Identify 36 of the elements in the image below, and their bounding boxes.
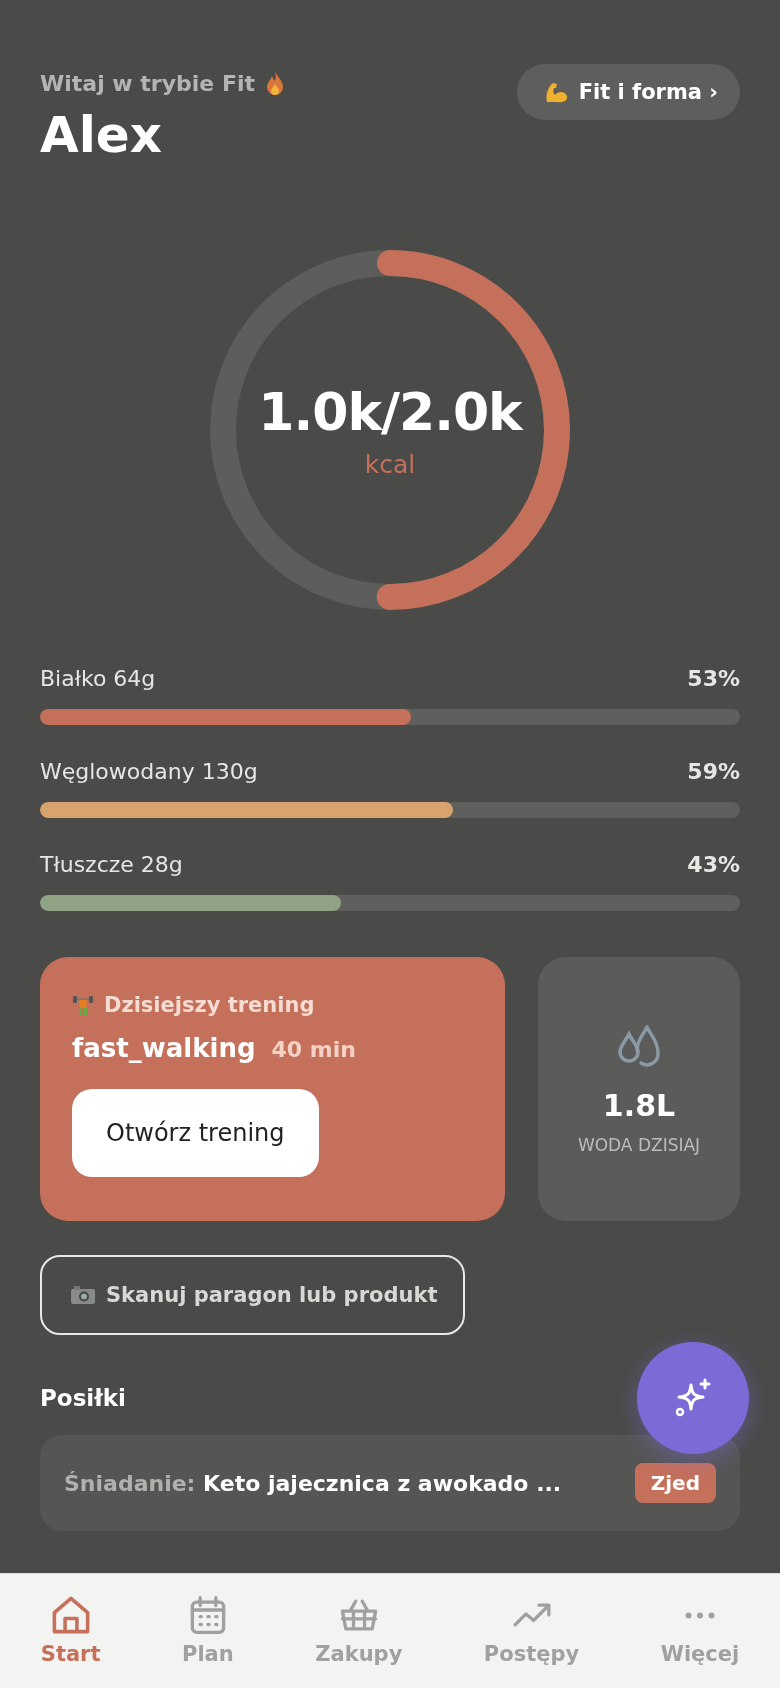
- meals-heading: Posiłki: [40, 1385, 126, 1411]
- nav-tab[interactable]: Więcej: [654, 1595, 746, 1667]
- calorie-unit: kcal: [364, 449, 416, 479]
- camera-icon: [70, 1285, 96, 1305]
- meal-card[interactable]: Śniadanie: Keto jajecznica z awokado ... Zjed: [40, 1435, 740, 1531]
- scan-button[interactable]: Skanuj paragon lub produkt: [40, 1255, 466, 1335]
- macro-percent: 43%: [687, 852, 740, 877]
- nav-tab[interactable]: Start: [34, 1595, 107, 1667]
- meal-text: Śniadanie: Keto jajecznica z awokado ...: [64, 1470, 562, 1496]
- fit-mode-button[interactable]: Fit i forma ›: [516, 64, 740, 120]
- home-icon: [51, 1596, 90, 1634]
- macro-label: Węglowodany 130g: [40, 759, 258, 784]
- weightlifter-icon: [72, 994, 94, 1016]
- macro-percent: 59%: [687, 759, 740, 784]
- water-value: 1.8L: [602, 1087, 676, 1123]
- calendar-icon: [188, 1596, 227, 1634]
- workout-title: Dzisiejszy trening: [104, 993, 315, 1017]
- nav-tab[interactable]: Postępy: [477, 1595, 586, 1667]
- nav-tab[interactable]: Plan: [176, 1595, 240, 1667]
- flame-icon: [265, 70, 285, 96]
- eaten-button[interactable]: Zjed: [634, 1463, 716, 1503]
- workout-duration: 40 min: [271, 1037, 356, 1062]
- workout-name: fast_walking: [72, 1033, 256, 1063]
- macro-label: Tłuszcze 28g: [40, 852, 183, 877]
- ai-assistant-button[interactable]: [637, 1342, 749, 1454]
- nav-tab[interactable]: Zakupy: [309, 1595, 409, 1667]
- greeting: Witaj w trybie Fit: [40, 70, 255, 96]
- open-workout-button[interactable]: Otwórz trening: [72, 1089, 319, 1177]
- water-label: WODA DZISIAJ: [577, 1134, 701, 1155]
- calorie-value: 1.0k/2.0k: [258, 381, 522, 442]
- macro-label: Białko 64g: [40, 666, 156, 691]
- user-name: Alex: [40, 106, 163, 164]
- macro-percent: 53%: [687, 666, 740, 691]
- trend-icon: [512, 1603, 551, 1627]
- basket-icon: [339, 1599, 378, 1631]
- more-icon: [684, 1611, 715, 1619]
